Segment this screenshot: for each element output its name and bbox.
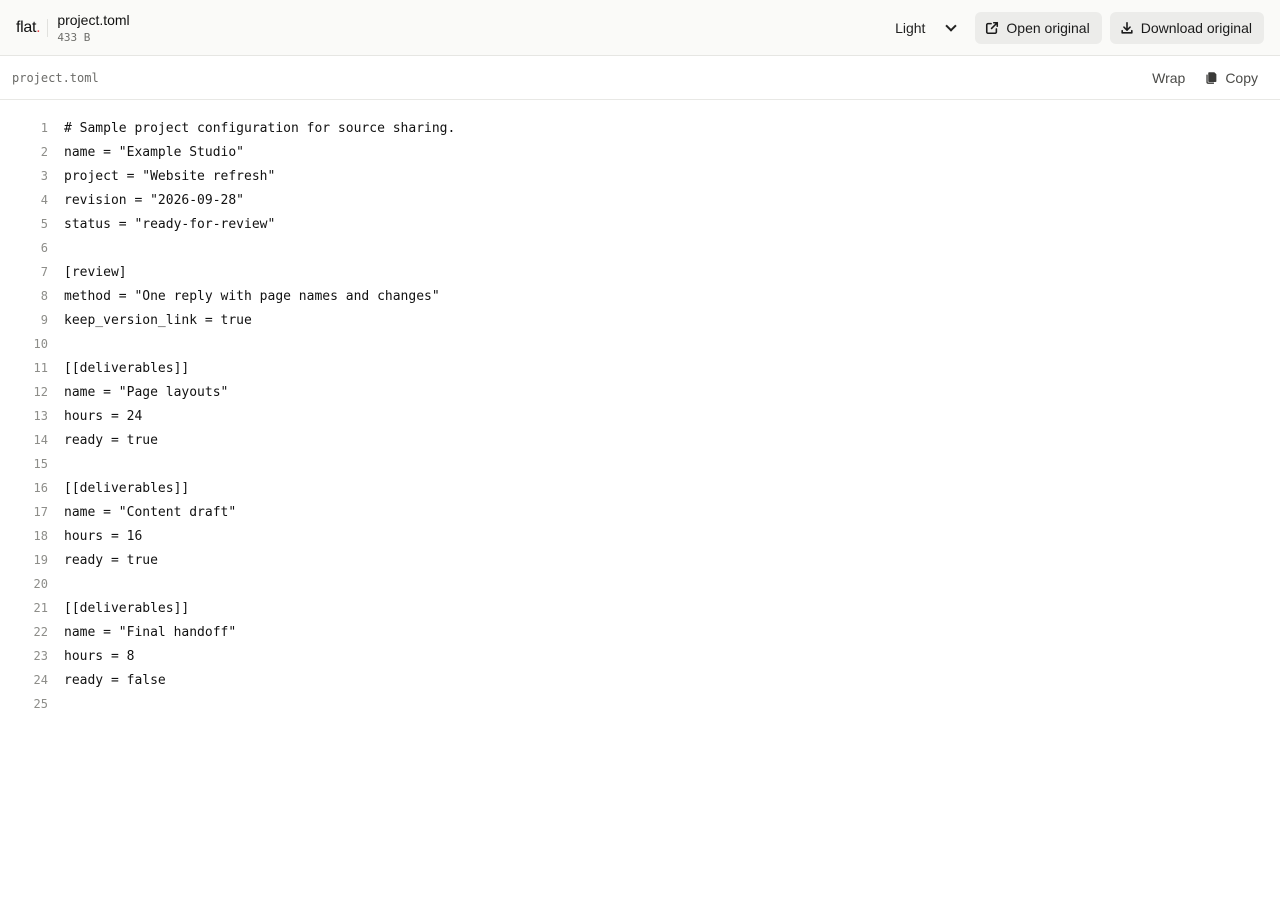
- line-number: 6: [40, 241, 48, 255]
- copy-button[interactable]: Copy: [1195, 64, 1268, 92]
- code-line: 4 revision = "2026-09-28": [0, 188, 1280, 212]
- code-line: 7 [review]: [0, 260, 1280, 284]
- line-number: 2: [40, 145, 48, 159]
- line-content: project = "Website refresh": [64, 168, 276, 184]
- chevron-down-icon: [945, 19, 958, 32]
- line-content: name = "Final handoff": [64, 624, 237, 640]
- line-number: 10: [33, 337, 48, 351]
- code-line: 2 name = "Example Studio": [0, 140, 1280, 164]
- line-number: 7: [40, 265, 48, 279]
- wrap-button[interactable]: Wrap: [1142, 64, 1195, 92]
- line-content: name = "Page layouts": [64, 384, 229, 400]
- file-name: project.toml: [57, 11, 130, 28]
- code-line: 9 keep_version_link = true: [0, 308, 1280, 332]
- open-original-button[interactable]: Open original: [975, 11, 1102, 44]
- download-original-button[interactable]: Download original: [1109, 11, 1264, 44]
- brand-logo[interactable]: flat.: [16, 18, 41, 37]
- code-line: 1 # Sample project configuration for sour…: [0, 116, 1280, 140]
- line-number: 24: [33, 673, 48, 687]
- copy-label: Copy: [1225, 69, 1258, 86]
- code-line: 25: [0, 692, 1280, 716]
- line-content: name = "Example Studio": [64, 144, 245, 160]
- line-number: 25: [33, 697, 48, 711]
- file-toolbar: project.toml Wrap Copy: [0, 56, 1280, 100]
- line-content: [[deliverables]]: [64, 360, 190, 376]
- line-content: [[deliverables]]: [64, 600, 190, 616]
- code-line: 15: [0, 452, 1280, 476]
- code-line: 23 hours = 8: [0, 644, 1280, 668]
- code-line: 11 [[deliverables]]: [0, 356, 1280, 380]
- brand-dot: .: [36, 18, 41, 36]
- file-path: project.toml: [12, 70, 99, 85]
- line-number: 18: [33, 529, 48, 543]
- line-number: 11: [33, 361, 48, 375]
- theme-select-value: Light: [895, 19, 926, 36]
- code-line: 3 project = "Website refresh": [0, 164, 1280, 188]
- code-line: 24 ready = false: [0, 668, 1280, 692]
- download-original-label: Download original: [1140, 19, 1252, 36]
- code-line: 22 name = "Final handoff": [0, 620, 1280, 644]
- line-content: ready = true: [64, 552, 158, 568]
- code-line: 12 name = "Page layouts": [0, 380, 1280, 404]
- download-icon: [1121, 21, 1133, 34]
- line-content: method = "One reply with page names and …: [64, 288, 440, 304]
- line-content: revision = "2026-09-28": [64, 192, 245, 208]
- copy-icon: [1206, 72, 1217, 84]
- line-number: 16: [33, 481, 48, 495]
- line-number: 8: [40, 289, 48, 303]
- line-number: 5: [40, 217, 48, 231]
- code-line: 14 ready = true: [0, 428, 1280, 452]
- open-original-label: Open original: [1006, 19, 1090, 36]
- brand-divider: [47, 18, 49, 37]
- wrap-label: Wrap: [1152, 69, 1186, 86]
- line-content: keep_version_link = true: [64, 312, 252, 328]
- code-line: 8 method = "One reply with page names and…: [0, 284, 1280, 308]
- line-content: name = "Content draft": [64, 504, 237, 520]
- line-content: status = "ready-for-review": [64, 216, 276, 232]
- brand-text: flat: [16, 18, 37, 36]
- line-number: 20: [33, 577, 48, 591]
- line-number: 22: [33, 625, 48, 639]
- line-content: [review]: [64, 264, 127, 280]
- code-line: 20: [0, 572, 1280, 596]
- file-size: 433 B: [57, 30, 91, 44]
- external-link-icon: [986, 21, 999, 34]
- line-number: 23: [33, 649, 48, 663]
- code-view: 1 # Sample project configuration for sour…: [0, 100, 1280, 716]
- line-number: 14: [33, 433, 48, 447]
- code-line: 21 [[deliverables]]: [0, 596, 1280, 620]
- code-line: 6: [0, 236, 1280, 260]
- line-content: hours = 16: [64, 528, 143, 544]
- line-number: 17: [33, 505, 48, 519]
- line-number: 4: [40, 193, 48, 207]
- line-number: 9: [40, 313, 48, 327]
- line-content: [[deliverables]]: [64, 480, 190, 496]
- line-number: 3: [40, 169, 48, 183]
- line-number: 1: [40, 121, 48, 135]
- line-content: ready = false: [64, 672, 166, 688]
- code-line: 19 ready = true: [0, 548, 1280, 572]
- theme-select[interactable]: Light: [887, 12, 963, 44]
- code-line: 17 name = "Content draft": [0, 500, 1280, 524]
- line-content: ready = true: [64, 432, 158, 448]
- top-bar: flat. project.toml 433 B Light Open orig…: [0, 0, 1280, 56]
- line-number: 15: [33, 457, 48, 471]
- line-content: # Sample project configuration for sourc…: [64, 120, 456, 136]
- code-line: 18 hours = 16: [0, 524, 1280, 548]
- line-number: 21: [33, 601, 48, 615]
- code-line: 5 status = "ready-for-review": [0, 212, 1280, 236]
- line-number: 19: [33, 553, 48, 567]
- code-line: 10: [0, 332, 1280, 356]
- line-number: 13: [33, 409, 48, 423]
- line-content: hours = 8: [64, 648, 135, 664]
- code-line: 16 [[deliverables]]: [0, 476, 1280, 500]
- code-line: 13 hours = 24: [0, 404, 1280, 428]
- line-number: 12: [33, 385, 48, 399]
- file-meta: project.toml 433 B: [57, 13, 129, 43]
- line-content: hours = 24: [64, 408, 143, 424]
